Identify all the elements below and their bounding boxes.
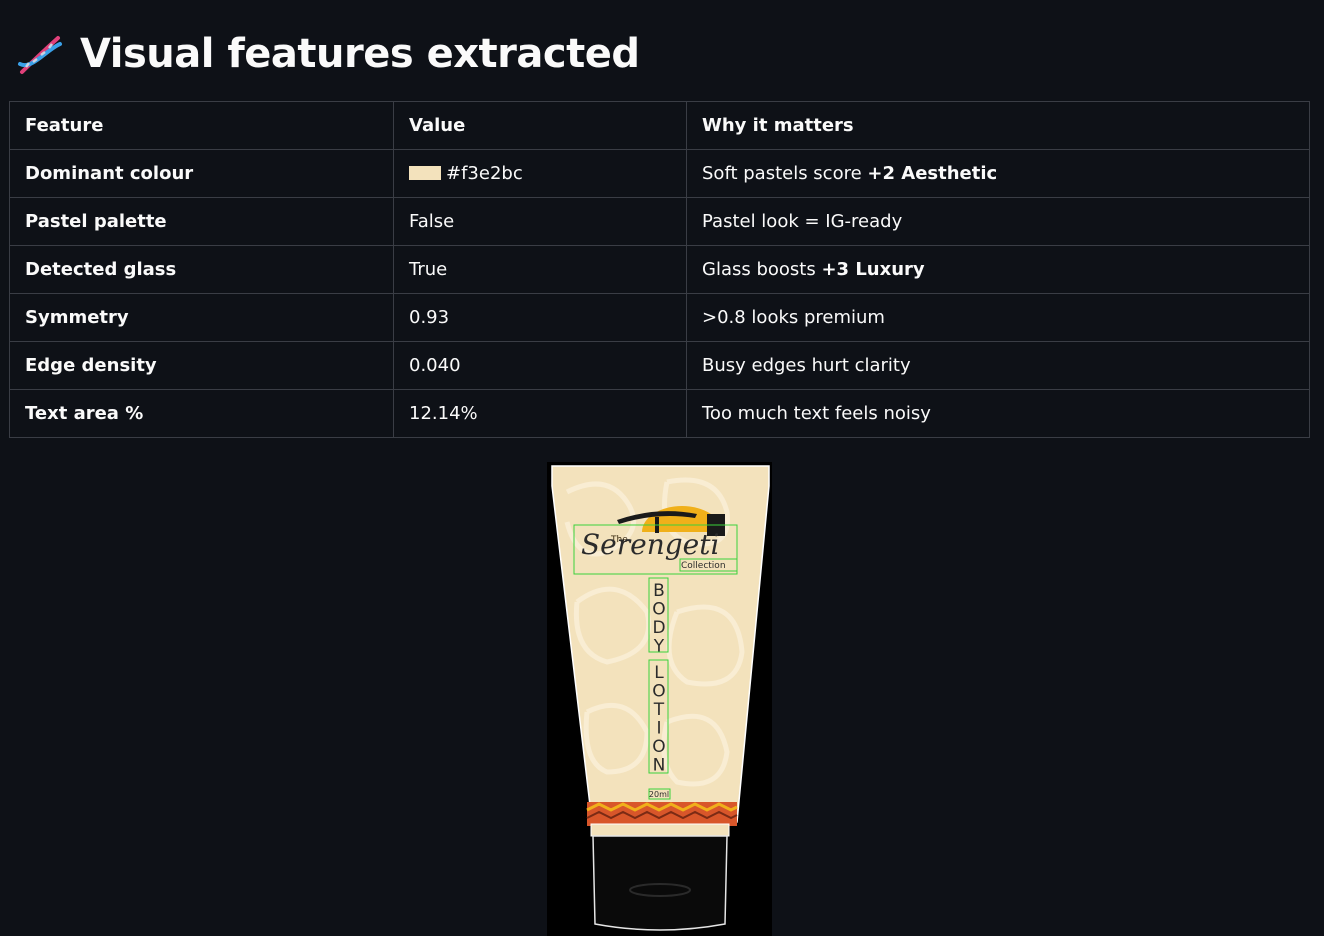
table-row: Symmetry 0.93 >0.8 looks premium xyxy=(9,293,1310,342)
dna-icon xyxy=(18,36,62,74)
why-cell: >0.8 looks premium xyxy=(686,293,1310,342)
feature-cell: Dominant colour xyxy=(9,149,394,198)
column-header-why: Why it matters xyxy=(686,101,1310,150)
value-text: #f3e2bc xyxy=(446,163,523,184)
features-table: Feature Value Why it matters Dominant co… xyxy=(9,101,1310,438)
vertical-word-body: BODY xyxy=(652,581,665,657)
why-cell: Busy edges hurt clarity xyxy=(686,341,1310,390)
table-row: Text area % 12.14% Too much text feels n… xyxy=(9,389,1310,438)
column-header-value: Value xyxy=(393,101,687,150)
value-cell: 12.14% xyxy=(393,389,687,438)
column-header-feature: Feature xyxy=(9,101,394,150)
header: Visual features extracted xyxy=(16,22,640,86)
table-row: Dominant colour #f3e2bc Soft pastels sco… xyxy=(9,149,1310,198)
table-row: Detected glass True Glass boosts +3 Luxu… xyxy=(9,245,1310,294)
value-cell: True xyxy=(393,245,687,294)
table-row: Edge density 0.040 Busy edges hurt clari… xyxy=(9,341,1310,390)
value-cell: #f3e2bc xyxy=(393,149,687,198)
value-cell: 0.93 xyxy=(393,293,687,342)
volume-text: 20ml xyxy=(649,790,669,799)
why-cell: Too much text feels noisy xyxy=(686,389,1310,438)
why-emphasis: +3 Luxury xyxy=(821,259,925,280)
vertical-word-lotion: LOTION xyxy=(652,663,665,776)
colour-swatch xyxy=(409,166,441,180)
feature-cell: Text area % xyxy=(9,389,394,438)
feature-cell: Edge density xyxy=(9,341,394,390)
why-emphasis: +2 Aesthetic xyxy=(867,163,998,184)
value-cell: False xyxy=(393,197,687,246)
value-cell: 0.040 xyxy=(393,341,687,390)
feature-cell: Symmetry xyxy=(9,293,394,342)
table-row: Pastel palette False Pastel look = IG-re… xyxy=(9,197,1310,246)
why-cell: Glass boosts +3 Luxury xyxy=(686,245,1310,294)
table-header-row: Feature Value Why it matters xyxy=(9,101,1310,150)
why-text: Soft pastels score xyxy=(702,163,868,184)
why-cell: Soft pastels score +2 Aesthetic xyxy=(686,149,1310,198)
brand-sub-text: Collection xyxy=(681,561,726,571)
why-cell: Pastel look = IG-ready xyxy=(686,197,1310,246)
feature-cell: Detected glass xyxy=(9,245,394,294)
why-text: Glass boosts xyxy=(702,259,822,280)
feature-cell: Pastel palette xyxy=(9,197,394,246)
brand-script-text: Serengeti xyxy=(581,528,719,561)
product-image: The Serengeti Collection BODY LOTION 20m… xyxy=(547,462,772,936)
page: Visual features extracted Feature Value … xyxy=(0,0,1324,936)
lotion-tube-illustration: The Serengeti Collection BODY LOTION 20m… xyxy=(551,465,770,931)
page-title: Visual features extracted xyxy=(80,31,640,77)
